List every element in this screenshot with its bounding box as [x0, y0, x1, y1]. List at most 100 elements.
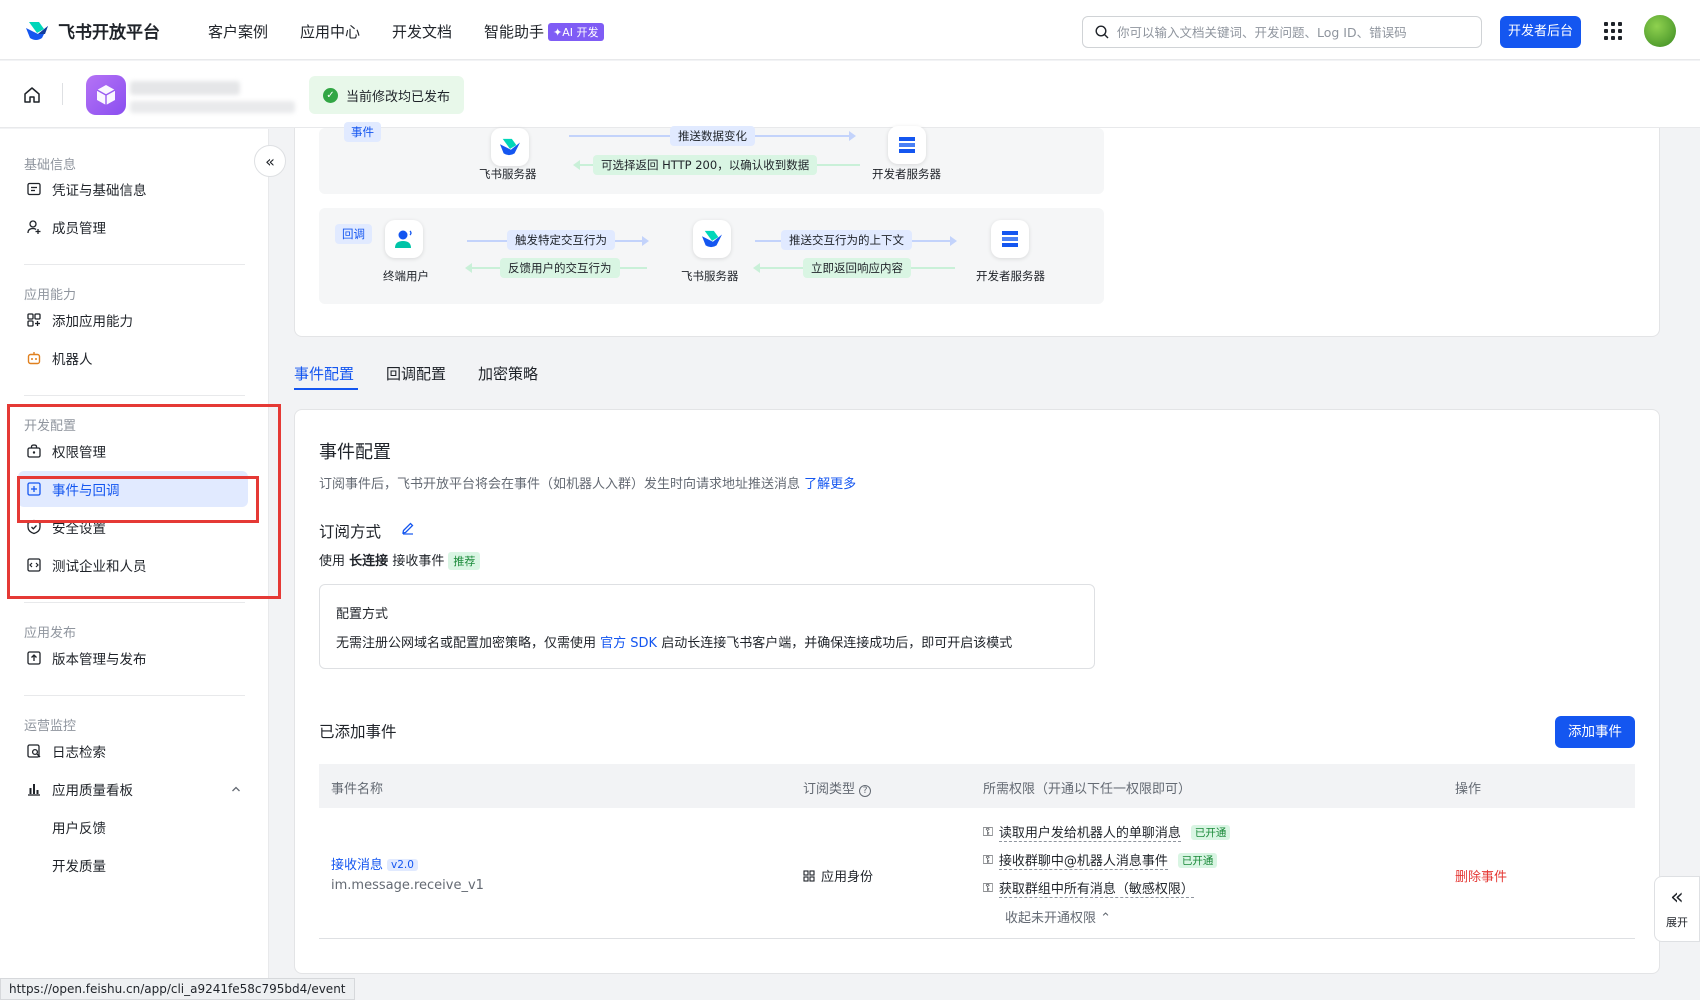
- sidebar-divider: [24, 264, 245, 265]
- col-event-name: 事件名称: [331, 782, 384, 797]
- subscribe-mode-text: 使用 长连接 接收事件 推荐: [319, 550, 481, 570]
- check-circle-icon: ✓: [323, 87, 338, 103]
- help-circle-icon[interactable]: ?: [859, 785, 872, 797]
- active-tab-indicator: [294, 388, 358, 390]
- dev-console-button[interactable]: 开发者后台: [1500, 16, 1582, 48]
- app-name-redacted: [130, 81, 240, 95]
- sidebar-item-user-feedback[interactable]: 用户反馈: [18, 809, 248, 845]
- key-icon: ⚿: [983, 880, 993, 896]
- col-subscribe-type-label: 订阅类型: [803, 782, 856, 797]
- sidebar-group-monitoring: 运营监控: [24, 719, 77, 734]
- feedback-action-text: 反馈用户的交互行为: [500, 258, 620, 278]
- config-method-title: 配置方式: [336, 607, 389, 622]
- event-config-card: 事件配置 订阅事件后，飞书开放平台将会在事件（如机器人入群）发生时向请求地址推送…: [294, 409, 1660, 974]
- subscribe-prefix: 使用: [319, 554, 346, 569]
- app-header: ✓ 当前修改均已发布: [0, 61, 1700, 128]
- learn-more-link[interactable]: 了解更多: [804, 477, 856, 492]
- tab-callback-config[interactable]: 回调配置: [386, 363, 446, 384]
- tab-encryption[interactable]: 加密策略: [478, 363, 538, 384]
- home-icon[interactable]: [22, 85, 42, 105]
- collapse-sidebar-button[interactable]: «: [254, 145, 286, 177]
- feishu-server-icon: [693, 220, 731, 258]
- collapse-permissions-toggle[interactable]: 收起未开通权限 ⌃: [1005, 907, 1111, 926]
- sidebar-item-quality-board[interactable]: 应用质量看板: [18, 771, 248, 807]
- permission-item: ⚿ 接收群聊中@机器人消息事件 已开通: [983, 850, 1218, 870]
- dev-server-label: 开发者服务器: [872, 167, 941, 181]
- flow-diagram-card: 事件 飞书服务器 推送数据变化 可选择返回 HTTP 200，以确认收到数据 开…: [294, 122, 1660, 337]
- end-user-icon: [385, 220, 423, 258]
- event-name-cell: 接收消息 v2.0: [331, 854, 418, 873]
- sidebar-item-log-search[interactable]: 日志检索: [18, 733, 248, 769]
- apps-add-icon: [27, 313, 41, 327]
- sidebar-item-members[interactable]: 成员管理: [18, 209, 248, 245]
- event-flow-box: 事件 飞书服务器 推送数据变化 可选择返回 HTTP 200，以确认收到数据 开…: [319, 122, 1104, 194]
- sidebar-item-dev-quality[interactable]: 开发质量: [18, 847, 248, 883]
- add-event-button[interactable]: 添加事件: [1555, 716, 1635, 748]
- robot-icon: [27, 352, 41, 365]
- sidebar-item-label: 版本管理与发布: [52, 652, 147, 668]
- version-badge: v2.0: [387, 859, 418, 871]
- nav-link-docs[interactable]: 开发文档: [392, 21, 452, 42]
- permission-name[interactable]: 获取群组中所有消息（敏感权限）: [998, 878, 1194, 898]
- ai-badge: ✦AI 开发: [548, 23, 604, 41]
- config-method-desc: 无需注册公网域名或配置加密策略，仅需使用 官方 SDK 启动长连接飞书客户端，并…: [336, 632, 1012, 651]
- top-nav: 飞书开放平台 客户案例 应用中心 开发文档 智能助手✦AI 开发 开发者后台: [0, 0, 1700, 60]
- sidebar-item-label: 用户反馈: [52, 821, 106, 837]
- permission-name[interactable]: 接收群聊中@机器人消息事件: [998, 850, 1168, 870]
- double-chevron-left-icon: «: [1670, 885, 1684, 910]
- sidebar-divider: [24, 395, 245, 396]
- app-cube-icon: [86, 75, 126, 115]
- divider: [62, 83, 63, 105]
- nav-link-app-center[interactable]: 应用中心: [300, 21, 360, 42]
- permission-name[interactable]: 读取用户发给机器人的单聊消息: [998, 822, 1181, 842]
- sidebar-item-version-release[interactable]: 版本管理与发布: [18, 640, 248, 676]
- config-desc-suffix: 启动长连接飞书客户端，并确保连接成功后，即可开启该模式: [661, 636, 1013, 651]
- event-config-desc: 订阅事件后，飞书开放平台将会在事件（如机器人入群）发生时向请求地址推送消息 了解…: [319, 473, 856, 492]
- logo-text: 飞书开放平台: [58, 23, 160, 43]
- search-box[interactable]: [1082, 16, 1482, 48]
- subscribe-type-text: 应用身份: [821, 870, 874, 885]
- app-id-redacted: [130, 101, 295, 113]
- sidebar-item-bot[interactable]: 机器人: [18, 340, 248, 376]
- expand-panel-button[interactable]: « 展开: [1654, 876, 1700, 942]
- feishu-server-label: 飞书服务器: [479, 167, 537, 181]
- official-sdk-link[interactable]: 官方 SDK: [600, 636, 657, 651]
- user-avatar[interactable]: [1644, 15, 1676, 47]
- permission-enabled-badge: 已开通: [1190, 824, 1231, 840]
- bar-chart-icon: [28, 784, 40, 796]
- sidebar-item-add-capability[interactable]: 添加应用能力: [18, 302, 248, 338]
- permission-item: ⚿ 获取群组中所有消息（敏感权限）: [983, 878, 1194, 898]
- sidebar-item-credentials[interactable]: 凭证与基础信息: [18, 171, 248, 207]
- sidebar-item-label: 机器人: [52, 352, 93, 368]
- permission-enabled-badge: 已开通: [1177, 852, 1218, 868]
- subscribe-suffix: 接收事件: [392, 554, 445, 569]
- callback-tag: 回调: [335, 224, 372, 244]
- apps-grid-icon[interactable]: [1604, 22, 1622, 40]
- delete-event-button[interactable]: 删除事件: [1455, 866, 1507, 885]
- trigger-action-text: 触发特定交互行为: [507, 230, 615, 250]
- user-add-icon: [27, 220, 41, 234]
- tab-event-config[interactable]: 事件配置: [294, 363, 354, 384]
- dev-server-icon: [991, 220, 1029, 258]
- sidebar-item-label: 应用质量看板: [52, 783, 133, 799]
- callback-flow-box: 回调 终端用户 触发特定交互行为 反馈用户的交互行为 飞书服务器 推送交互行为的…: [319, 208, 1104, 304]
- nav-link-assistant[interactable]: 智能助手 ✦AI 开发: [484, 21, 604, 42]
- browser-status-url: https://open.feishu.cn/app/cli_a9241fe58…: [0, 978, 355, 1000]
- search-input[interactable]: [1117, 24, 1467, 40]
- sidebar-group-release: 应用发布: [24, 626, 77, 641]
- log-search-icon: [27, 744, 41, 758]
- nav-link-cases[interactable]: 客户案例: [208, 21, 268, 42]
- event-name-link[interactable]: 接收消息: [331, 858, 383, 873]
- chevron-up-icon: ⌃: [1100, 911, 1112, 926]
- subscribe-type-cell: 应用身份: [803, 866, 873, 885]
- sidebar-group-capability: 应用能力: [24, 288, 77, 303]
- event-tag: 事件: [344, 122, 381, 142]
- edit-pencil-icon[interactable]: [401, 521, 415, 535]
- sidebar-divider: [24, 695, 245, 696]
- col-subscribe-type: 订阅类型 ?: [803, 778, 872, 797]
- publish-status-badge: ✓ 当前修改均已发布: [309, 76, 465, 114]
- chevron-up-icon[interactable]: [230, 783, 242, 795]
- subscribe-title: 订阅方式: [319, 523, 382, 541]
- logo[interactable]: 飞书开放平台: [24, 18, 160, 43]
- return-response-text: 立即返回响应内容: [803, 258, 911, 278]
